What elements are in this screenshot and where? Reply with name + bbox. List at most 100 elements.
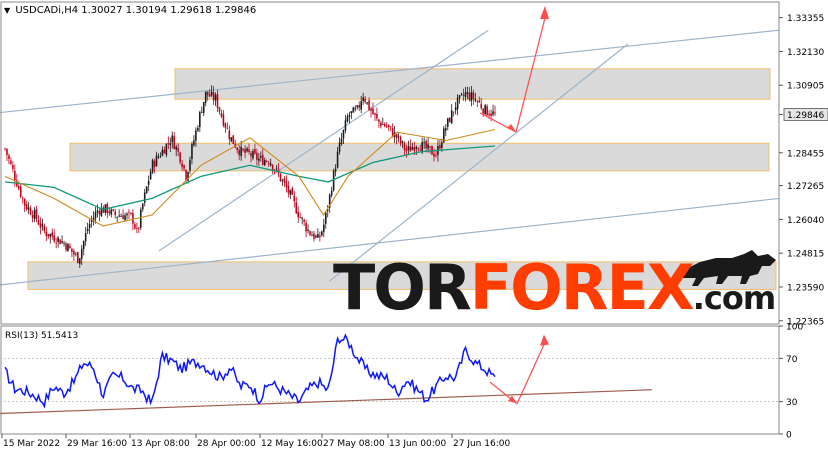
watermark: TORFOREX.com — [333, 257, 776, 319]
candle-body — [96, 210, 99, 213]
candle-body — [171, 135, 174, 143]
candle-body — [33, 210, 36, 219]
candle-body — [446, 118, 449, 127]
candle-body — [299, 217, 301, 219]
candle-body — [252, 151, 254, 159]
candle-body — [441, 142, 443, 149]
candle-body — [289, 190, 292, 195]
candle-body — [435, 155, 437, 156]
candle-body — [57, 237, 59, 242]
candle-body — [138, 227, 140, 229]
candle-body — [342, 130, 345, 139]
candle-body — [494, 112, 496, 114]
candle-body — [315, 235, 317, 238]
candle-body — [43, 225, 46, 232]
candle-body — [423, 142, 425, 144]
candle-body — [378, 119, 380, 122]
candle-body — [226, 128, 229, 130]
candle-body — [307, 229, 309, 232]
candle-body — [380, 122, 382, 127]
candle-body — [222, 114, 225, 126]
candle-body — [283, 178, 286, 183]
candle-body — [199, 112, 201, 128]
candle-body — [313, 233, 315, 239]
candle-body — [167, 143, 170, 144]
candle-body — [470, 92, 473, 102]
candle-body — [161, 149, 164, 156]
rsi-frame — [0, 325, 780, 435]
candle-body — [61, 241, 63, 243]
candle-body — [195, 130, 197, 141]
candle-body — [311, 235, 313, 237]
candle-body — [63, 242, 65, 244]
candle-body — [59, 239, 61, 245]
candle-body — [67, 244, 69, 252]
price-tick-label: 1.32130 — [787, 48, 824, 58]
candle-body — [27, 207, 30, 210]
price-tick-label: 1.26040 — [787, 216, 824, 226]
candle-body — [395, 134, 398, 139]
candle-body — [285, 181, 288, 188]
time-tick-label: 15 Mar 2022 — [3, 439, 60, 449]
candle-body — [10, 160, 12, 164]
candle-body — [458, 95, 461, 98]
candle-body — [75, 253, 77, 255]
candle-body — [452, 111, 455, 113]
candle-body — [224, 123, 227, 128]
forecast-arrowhead — [540, 6, 549, 19]
rsi-forecast-arrowhead — [540, 334, 549, 346]
candle-body — [216, 93, 219, 108]
candle-body — [387, 124, 390, 127]
candle-body — [482, 108, 484, 114]
candle-body — [88, 223, 91, 228]
candle-body — [460, 93, 463, 95]
candle-body — [51, 232, 54, 237]
candle-body — [334, 168, 337, 172]
candle-body — [238, 149, 240, 156]
candle-body — [382, 124, 384, 125]
candle-body — [271, 164, 274, 170]
candle-body — [12, 165, 14, 170]
sr-zone — [174, 68, 771, 100]
candle-body — [244, 149, 246, 153]
candle-body — [319, 235, 321, 238]
candle-body — [71, 248, 73, 252]
candle-body — [110, 209, 113, 215]
price-tick-label: 1.24815 — [787, 250, 824, 260]
candle-body — [340, 138, 343, 145]
rsi-tick-label: 30 — [786, 398, 798, 408]
candle-body — [472, 92, 475, 100]
candle-body — [260, 156, 262, 158]
candle-body — [179, 152, 181, 163]
candle-body — [362, 97, 364, 102]
candle-body — [112, 209, 115, 211]
candle-body — [281, 180, 284, 181]
candle-body — [218, 107, 221, 112]
candle-body — [322, 224, 325, 232]
candle-body — [102, 207, 105, 213]
candle-body — [189, 159, 191, 171]
candle-body — [269, 163, 272, 166]
time-tick-label: 29 Mar 16:00 — [67, 439, 127, 449]
candle-body — [462, 94, 465, 96]
candle-body — [108, 211, 111, 214]
candle-body — [476, 101, 479, 102]
candle-body — [177, 148, 179, 152]
candle-body — [439, 145, 441, 149]
candle-body — [486, 106, 488, 116]
price-tick-label: 1.33355 — [787, 14, 824, 24]
candle-body — [413, 146, 416, 151]
candle-body — [250, 153, 252, 157]
candle-body — [45, 231, 48, 236]
watermark-forex: FOREX — [469, 251, 695, 324]
candle-body — [236, 147, 239, 151]
candle-body — [21, 197, 24, 199]
candle-body — [157, 156, 160, 158]
candle-body — [120, 216, 122, 217]
candle-body — [480, 103, 483, 109]
candle-body — [317, 234, 319, 238]
candle-body — [254, 149, 256, 154]
candle-body — [242, 148, 244, 151]
candle-body — [37, 220, 40, 225]
candle-body — [155, 155, 158, 167]
